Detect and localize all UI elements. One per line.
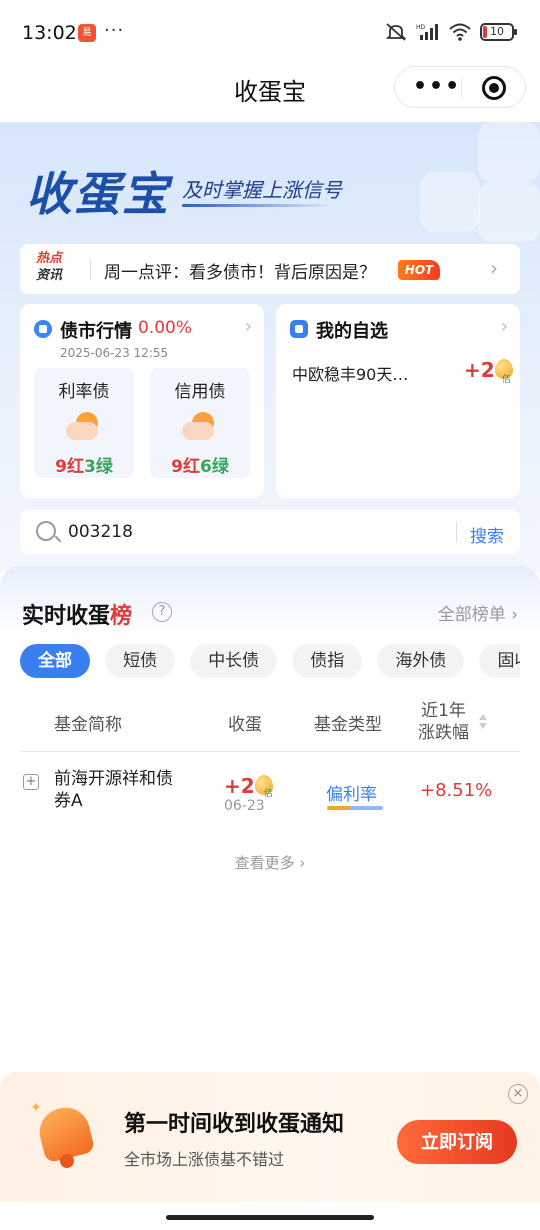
sort-icon[interactable] <box>478 714 488 730</box>
bond-market-change: 0.00% <box>138 318 193 338</box>
watchlist-title: 我的自选 <box>316 321 388 342</box>
hero-underline <box>182 204 332 207</box>
watchlist-card[interactable]: 我的自选 › 中欧稳丰90天… +2 佶 <box>276 304 520 498</box>
bond-market-time: 2025-06-23 12:55 <box>60 346 169 360</box>
banner-title: 第一时间收到收蛋通知 <box>124 1112 345 1137</box>
subscribe-banner: ✦ 第一时间收到收蛋通知 全市场上涨债基不错过 立即订阅 × <box>0 1072 540 1202</box>
hero-logo: 收蛋宝 <box>26 167 170 221</box>
ranking-panel: 实时收蛋榜 ? 全部榜单 › 全部 短债 中长债 债指 海外债 固收+ 基金简称… <box>0 566 540 1086</box>
status-time: 13:02 <box>22 22 77 44</box>
watchlist-item-name[interactable]: 中欧稳丰90天… <box>292 361 408 385</box>
header-fund-type: 基金类型 <box>314 715 382 735</box>
search-input[interactable] <box>68 520 448 544</box>
tab-all[interactable]: 全部 <box>20 644 90 678</box>
header-1y-change[interactable]: 近1年 涨跌幅 <box>418 700 469 744</box>
table-header: 基金简称 收蛋 基金类型 近1年 涨跌幅 <box>20 698 520 752</box>
table-row[interactable]: + 前海开源祥和债券A +2 佶 06-23 偏利率 +8.51% <box>20 762 520 832</box>
capsule-divider <box>461 78 462 98</box>
rate-bond-name: 利率债 <box>58 382 110 402</box>
fund-type: 偏利率 <box>326 785 377 805</box>
banner-subtitle: 全市场上涨债基不错过 <box>124 1150 285 1169</box>
search-icon <box>36 521 56 541</box>
signal-icon: HD <box>416 24 438 40</box>
sunny-cloud-icon <box>64 410 104 442</box>
battery-icon: 10 <box>480 23 517 41</box>
credit-bond-name: 信用债 <box>174 382 226 402</box>
svg-text:HD: HD <box>416 24 426 31</box>
notification-app-icon: 易 <box>78 24 96 42</box>
expand-plus-icon[interactable]: + <box>23 774 39 790</box>
home-indicator[interactable] <box>166 1215 374 1220</box>
status-icons: HD 10 <box>384 22 517 42</box>
chevron-right-icon: › <box>500 316 508 337</box>
chart-icon <box>34 320 52 338</box>
bell-icon: ✦ <box>30 1100 100 1170</box>
tab-fixed-income-plus[interactable]: 固收+ <box>479 644 520 678</box>
tab-short-bond[interactable]: 短债 <box>105 644 176 678</box>
credit-bond-tile[interactable]: 信用债 9红6绿 <box>150 368 250 478</box>
search-bar: 搜索 <box>20 510 520 554</box>
hot-news-text: 周一点评：看多债市！背后原因是？ <box>104 263 376 283</box>
bond-market-card[interactable]: 债市行情 0.00% › 2025-06-23 12:55 利率债 9红3绿 信… <box>20 304 264 498</box>
hot-badge: HOT <box>398 260 440 280</box>
hot-news-bar[interactable]: 热点 资讯 周一点评：看多债市！背后原因是？ HOT › <box>20 244 520 294</box>
fund-type-bar <box>327 806 383 810</box>
credit-bond-red-green: 9红6绿 <box>171 457 229 477</box>
header-eggs: 收蛋 <box>228 715 262 735</box>
hot-news-divider <box>90 258 91 280</box>
nav-bar: 收蛋宝 ••• <box>0 64 540 122</box>
tab-bond-index[interactable]: 债指 <box>292 644 363 678</box>
search-divider <box>456 522 457 542</box>
help-icon[interactable]: ? <box>152 602 172 622</box>
chevron-right-icon: › <box>244 316 252 337</box>
ranking-title: 实时收蛋榜 <box>22 604 133 629</box>
subscribe-button[interactable]: 立即订阅 <box>397 1120 517 1164</box>
bookmark-icon <box>290 320 308 338</box>
fund-egg-date: 06-23 <box>224 798 265 814</box>
mini-program-capsule: ••• <box>394 66 526 108</box>
bond-market-title: 债市行情 <box>60 321 132 342</box>
rate-bond-tile[interactable]: 利率债 9红3绿 <box>34 368 134 478</box>
rate-bond-red-green: 9红3绿 <box>55 457 113 477</box>
fund-name: 前海开源祥和债券A <box>54 769 173 811</box>
header-fund-name: 基金简称 <box>54 715 122 735</box>
view-more-link[interactable]: 查看更多 › <box>0 852 540 873</box>
mute-bell-icon <box>385 23 407 41</box>
hero-decoration <box>478 122 540 182</box>
all-rankings-link[interactable]: 全部榜单 › <box>438 600 518 625</box>
status-bar: 13:02 易 ··· HD 10 <box>0 0 540 64</box>
close-icon[interactable]: × <box>508 1084 528 1104</box>
wifi-icon <box>449 23 471 41</box>
category-tabs: 全部 短债 中长债 债指 海外债 固收+ <box>20 644 520 680</box>
egg-tag: 佶 <box>502 375 512 385</box>
hot-news-tag: 热点 资讯 <box>36 251 63 283</box>
more-dots-icon[interactable]: ••• <box>413 74 461 99</box>
status-more-dots: ··· <box>104 20 125 41</box>
battery-level: 10 <box>490 25 504 38</box>
chevron-right-icon: › <box>490 256 498 280</box>
close-target-icon[interactable] <box>482 76 506 100</box>
tab-overseas-bond[interactable]: 海外债 <box>377 644 465 678</box>
search-button[interactable]: 搜索 <box>470 522 504 547</box>
fund-1y-change: +8.51% <box>420 780 493 801</box>
hero-decoration <box>478 182 540 242</box>
hero-slogan: 及时掌握上涨信号 <box>182 178 342 202</box>
hero-decoration <box>420 172 480 232</box>
egg-tag: 佶 <box>264 789 274 799</box>
tab-mid-long-bond[interactable]: 中长债 <box>190 644 278 678</box>
sunny-cloud-icon <box>180 410 220 442</box>
